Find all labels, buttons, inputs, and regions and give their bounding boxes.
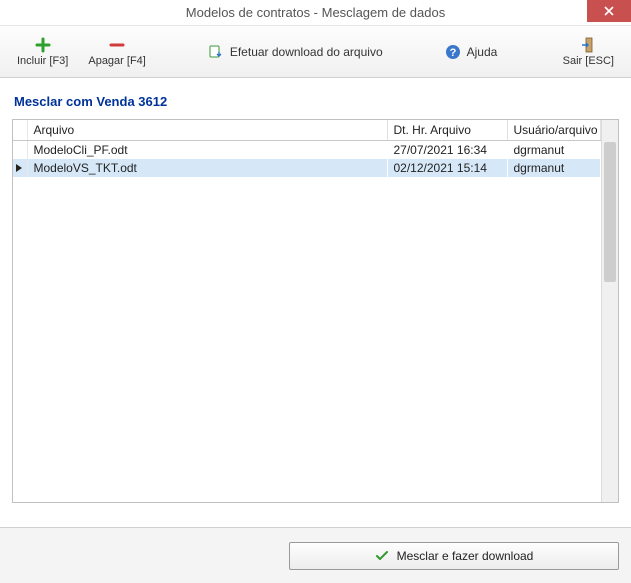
include-label: Incluir [F3] bbox=[17, 55, 68, 67]
row-indicator bbox=[13, 159, 27, 177]
column-header-user[interactable]: Usuário/arquivo bbox=[507, 120, 601, 141]
exit-icon bbox=[580, 37, 596, 53]
section-title: Mesclar com Venda 3612 bbox=[12, 88, 619, 119]
plus-icon bbox=[35, 37, 51, 53]
column-header-date[interactable]: Dt. Hr. Arquivo bbox=[387, 120, 507, 141]
check-icon bbox=[375, 549, 389, 563]
download-icon bbox=[208, 44, 224, 60]
download-file-label: Efetuar download do arquivo bbox=[230, 45, 383, 59]
exit-button[interactable]: Sair [ESC] bbox=[554, 32, 623, 72]
cell-file: ModeloCli_PF.odt bbox=[27, 141, 387, 160]
include-button[interactable]: Incluir [F3] bbox=[8, 32, 77, 72]
toolbar: Incluir [F3] Apagar [F4] Efetuar downloa… bbox=[0, 26, 631, 78]
exit-label: Sair [ESC] bbox=[563, 55, 614, 67]
close-button[interactable] bbox=[587, 0, 631, 22]
help-icon: ? bbox=[445, 44, 461, 60]
download-file-button[interactable]: Efetuar download do arquivo bbox=[199, 39, 392, 65]
table-row[interactable]: ModeloCli_PF.odt 27/07/2021 16:34 dgrman… bbox=[13, 141, 601, 160]
close-icon bbox=[604, 6, 614, 16]
minus-icon bbox=[109, 37, 125, 53]
column-marker bbox=[13, 120, 27, 141]
cell-file: ModeloVS_TKT.odt bbox=[27, 159, 387, 177]
delete-button[interactable]: Apagar [F4] bbox=[79, 32, 154, 72]
merge-download-button[interactable]: Mesclar e fazer download bbox=[289, 542, 619, 570]
svg-text:?: ? bbox=[449, 47, 456, 59]
cell-user: dgrmanut bbox=[507, 141, 601, 160]
merge-download-label: Mesclar e fazer download bbox=[397, 549, 534, 563]
table-row[interactable]: ModeloVS_TKT.odt 02/12/2021 15:14 dgrman… bbox=[13, 159, 601, 177]
delete-label: Apagar [F4] bbox=[88, 55, 145, 67]
footer-bar: Mesclar e fazer download bbox=[0, 527, 631, 583]
cell-date: 02/12/2021 15:14 bbox=[387, 159, 507, 177]
row-indicator bbox=[13, 141, 27, 160]
scrollbar-thumb[interactable] bbox=[604, 142, 616, 282]
current-row-marker-icon bbox=[16, 164, 22, 172]
window-title: Modelos de contratos - Mesclagem de dado… bbox=[186, 5, 445, 20]
help-label: Ajuda bbox=[467, 45, 498, 59]
column-header-file[interactable]: Arquivo bbox=[27, 120, 387, 141]
titlebar: Modelos de contratos - Mesclagem de dado… bbox=[0, 0, 631, 26]
cell-user: dgrmanut bbox=[507, 159, 601, 177]
content-area: Mesclar com Venda 3612 Arquivo Dt. Hr. A… bbox=[0, 78, 631, 509]
vertical-scrollbar[interactable] bbox=[601, 120, 618, 502]
file-grid: Arquivo Dt. Hr. Arquivo Usuário/arquivo … bbox=[12, 119, 619, 503]
help-button[interactable]: ? Ajuda bbox=[436, 39, 507, 65]
cell-date: 27/07/2021 16:34 bbox=[387, 141, 507, 160]
